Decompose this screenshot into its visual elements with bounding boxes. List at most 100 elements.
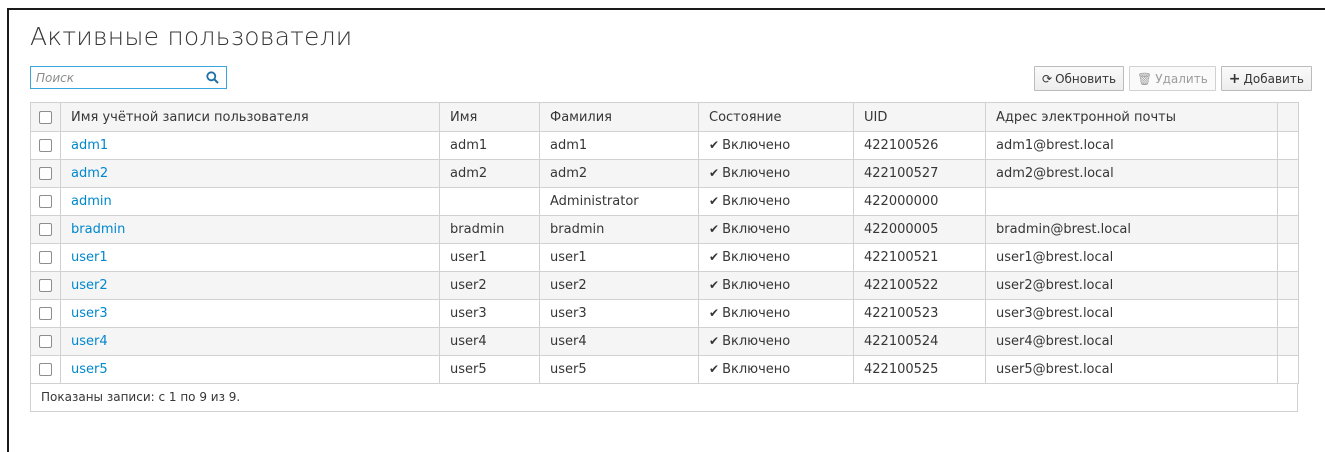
table-summary: Показаны записи: с 1 по 9 из 9. (30, 384, 1298, 412)
row-checkbox[interactable] (39, 363, 52, 376)
cell-email (985, 187, 1278, 216)
select-all-cell (30, 102, 61, 132)
state-label: Включено (722, 166, 791, 181)
table-row: user2 user2 user2 ✔ Включено 422100522 user2@b… (30, 271, 1299, 300)
row-checkbox[interactable] (39, 335, 52, 348)
user-link[interactable]: user4 (71, 334, 108, 349)
search-box (30, 66, 227, 89)
header-login[interactable]: Имя учётной записи пользователя (60, 102, 440, 132)
search-button[interactable] (198, 67, 226, 88)
refresh-label: Обновить (1055, 71, 1117, 86)
delete-label: Удалить (1155, 71, 1208, 86)
state-label: Включено (722, 222, 791, 237)
table-row: user5 user5 user5 ✔ Включено 422100525 user5@b… (30, 355, 1299, 384)
cell-login: user5 (60, 355, 440, 384)
cell-last-name: bradmin (539, 215, 699, 244)
cell-extra (1277, 355, 1299, 384)
refresh-icon: ⟳ (1042, 71, 1053, 86)
row-select-cell (30, 187, 61, 216)
cell-state: ✔ Включено (698, 159, 854, 188)
users-panel: Активные пользователи ⟳ Обновить 🗑 Удали… (7, 8, 1325, 452)
cell-first-name (439, 187, 540, 216)
cell-uid: 422100523 (853, 299, 986, 328)
header-email[interactable]: Адрес электронной почты (985, 102, 1278, 132)
users-table-wrap: Имя учётной записи пользователя Имя Фами… (30, 102, 1320, 412)
checkmark-icon: ✔ (709, 138, 720, 152)
cell-uid: 422100521 (853, 243, 986, 272)
checkmark-icon: ✔ (709, 362, 720, 376)
user-link[interactable]: adm2 (71, 166, 108, 181)
cell-email: adm2@brest.local (985, 159, 1278, 188)
row-select-cell (30, 131, 61, 160)
cell-login: user1 (60, 243, 440, 272)
cell-login: user2 (60, 271, 440, 300)
user-link[interactable]: user2 (71, 278, 108, 293)
user-link[interactable]: user3 (71, 306, 108, 321)
cell-first-name: adm1 (439, 131, 540, 160)
checkmark-icon: ✔ (709, 334, 720, 348)
row-checkbox[interactable] (39, 167, 52, 180)
row-checkbox[interactable] (39, 139, 52, 152)
row-checkbox[interactable] (39, 195, 52, 208)
checkmark-icon: ✔ (709, 306, 720, 320)
cell-extra (1277, 299, 1299, 328)
user-link[interactable]: admin (71, 194, 112, 209)
cell-extra (1277, 131, 1299, 160)
cell-uid: 422100525 (853, 355, 986, 384)
cell-uid: 422100522 (853, 271, 986, 300)
search-icon (205, 71, 219, 84)
cell-last-name: user5 (539, 355, 699, 384)
header-uid[interactable]: UID (853, 102, 986, 132)
cell-email: adm1@brest.local (985, 131, 1278, 160)
header-first-name[interactable]: Имя (439, 102, 540, 132)
row-select-cell (30, 159, 61, 188)
table-header-row: Имя учётной записи пользователя Имя Фами… (30, 102, 1299, 132)
row-checkbox[interactable] (39, 279, 52, 292)
cell-last-name: Administrator (539, 187, 699, 216)
cell-extra (1277, 187, 1299, 216)
row-select-cell (30, 327, 61, 356)
cell-email: user1@brest.local (985, 243, 1278, 272)
cell-first-name: user2 (439, 271, 540, 300)
state-label: Включено (722, 250, 791, 265)
refresh-button[interactable]: ⟳ Обновить (1034, 66, 1125, 91)
delete-button[interactable]: 🗑 Удалить (1129, 66, 1216, 91)
cell-login: bradmin (60, 215, 440, 244)
cell-uid: 422100526 (853, 131, 986, 160)
cell-email: bradmin@brest.local (985, 215, 1278, 244)
header-state[interactable]: Состояние (698, 102, 854, 132)
cell-first-name: adm2 (439, 159, 540, 188)
row-checkbox[interactable] (39, 307, 52, 320)
cell-extra (1277, 243, 1299, 272)
state-label: Включено (722, 306, 791, 321)
state-label: Включено (722, 194, 791, 209)
user-link[interactable]: user1 (71, 250, 108, 265)
table-row: user4 user4 user4 ✔ Включено 422100524 user4@b… (30, 327, 1299, 356)
row-select-cell (30, 271, 61, 300)
add-button[interactable]: + Добавить (1220, 66, 1312, 91)
header-last-name[interactable]: Фамилия (539, 102, 699, 132)
checkmark-icon: ✔ (709, 194, 720, 208)
row-select-cell (30, 299, 61, 328)
cell-email: user5@brest.local (985, 355, 1278, 384)
cell-state: ✔ Включено (698, 215, 854, 244)
user-link[interactable]: user5 (71, 362, 108, 377)
row-checkbox[interactable] (39, 223, 52, 236)
user-link[interactable]: adm1 (71, 138, 108, 153)
table-row: user1 user1 user1 ✔ Включено 422100521 user1@b… (30, 243, 1299, 272)
checkmark-icon: ✔ (709, 166, 720, 180)
table-row: bradmin bradmin bradmin ✔ Включено 422000005 b… (30, 215, 1299, 244)
cell-extra (1277, 327, 1299, 356)
cell-last-name: user2 (539, 271, 699, 300)
toolbar: ⟳ Обновить 🗑 Удалить + Добавить (1034, 66, 1312, 91)
state-label: Включено (722, 362, 791, 377)
cell-uid: 422100524 (853, 327, 986, 356)
state-label: Включено (722, 138, 791, 153)
user-link[interactable]: bradmin (71, 222, 125, 237)
cell-state: ✔ Включено (698, 299, 854, 328)
row-select-cell (30, 243, 61, 272)
checkmark-icon: ✔ (709, 250, 720, 264)
search-input[interactable] (31, 67, 198, 88)
select-all-checkbox[interactable] (39, 110, 52, 124)
row-checkbox[interactable] (39, 251, 52, 264)
